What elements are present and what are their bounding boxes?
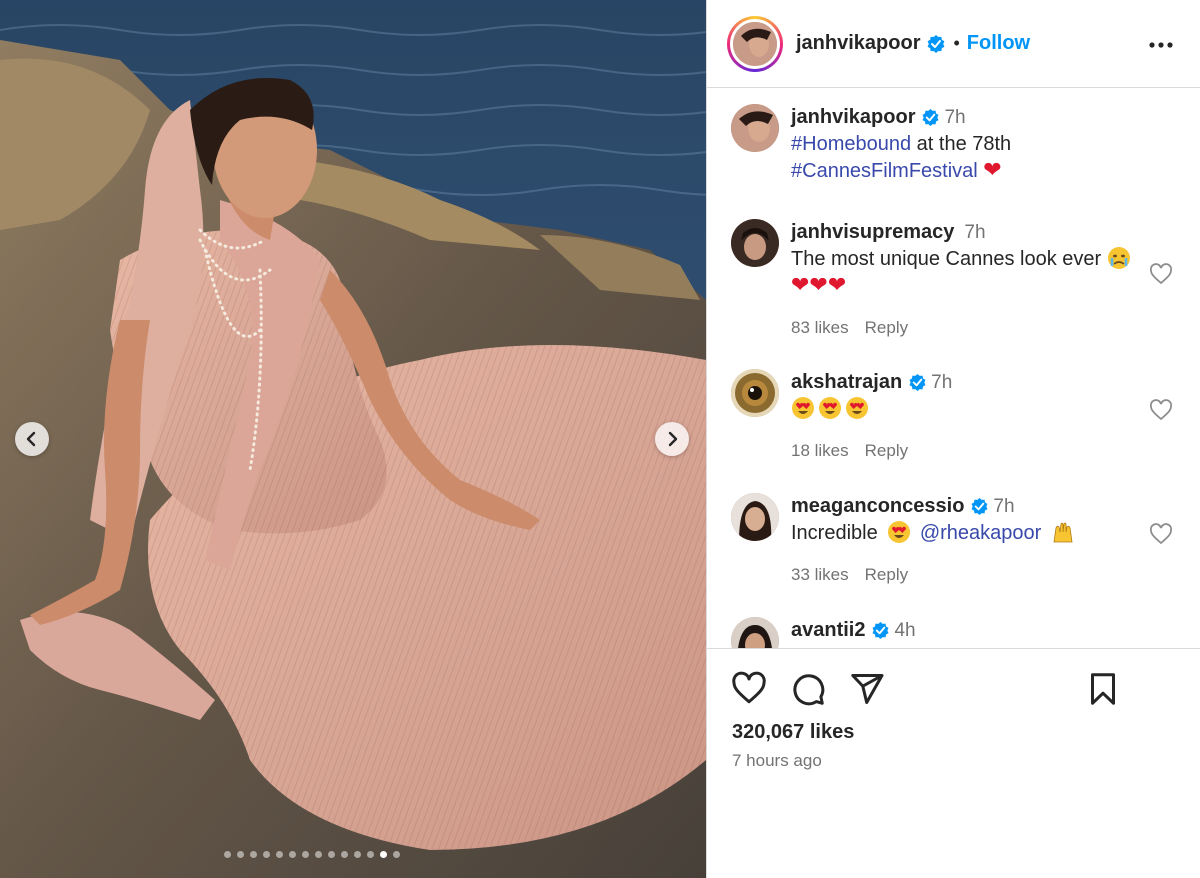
carousel-dots bbox=[224, 851, 400, 858]
comment-likes[interactable]: 83 likes bbox=[791, 318, 849, 337]
carousel-dot bbox=[276, 851, 283, 858]
red-heart-emoji: ❤ bbox=[983, 157, 1002, 182]
verified-badge-icon bbox=[923, 109, 939, 127]
like-heart-icon[interactable] bbox=[731, 671, 767, 707]
heart-eyes-emojis bbox=[791, 397, 872, 420]
reply-button[interactable]: Reply bbox=[865, 318, 908, 337]
reply-button[interactable]: Reply bbox=[865, 565, 908, 584]
like-comment-heart-icon[interactable] bbox=[1149, 523, 1173, 547]
carousel-prev-button[interactable] bbox=[15, 422, 49, 456]
carousel-dot bbox=[367, 851, 374, 858]
carousel-dot bbox=[380, 851, 387, 858]
chevron-right-icon bbox=[668, 431, 678, 447]
commenter-avatar[interactable] bbox=[731, 493, 779, 541]
comment-username[interactable]: meaganconcessio bbox=[791, 495, 964, 517]
red-heart-emoji: ❤❤❤ bbox=[791, 272, 847, 297]
carousel-dot bbox=[250, 851, 257, 858]
comment-likes[interactable]: 33 likes bbox=[791, 565, 849, 584]
post-photo[interactable] bbox=[0, 0, 706, 878]
hashtag-cannes[interactable]: #CannesFilmFestival bbox=[791, 160, 978, 182]
carousel-dot bbox=[237, 851, 244, 858]
carousel-dot bbox=[263, 851, 270, 858]
commenter-avatar[interactable] bbox=[731, 369, 779, 417]
comments-list[interactable]: janhvikapoor 7h #Homebound at the 78th #C… bbox=[707, 88, 1200, 648]
like-comment-heart-icon[interactable] bbox=[1149, 399, 1173, 423]
caption-time: 7h bbox=[944, 107, 966, 128]
hashtag-homebound[interactable]: #Homebound bbox=[791, 133, 911, 155]
carousel-dot bbox=[315, 851, 322, 858]
carousel-dot bbox=[289, 851, 296, 858]
comment-time: 4h bbox=[894, 620, 916, 641]
like-comment-heart-icon[interactable] bbox=[1149, 263, 1173, 287]
comment-time: 7h bbox=[993, 496, 1015, 517]
post-actions: 320,067 likes 7 hours ago bbox=[707, 648, 1200, 878]
share-icon[interactable] bbox=[849, 671, 885, 707]
save-bookmark-icon[interactable] bbox=[1085, 671, 1121, 707]
author-avatar bbox=[733, 21, 777, 66]
caption-username[interactable]: janhvikapoor bbox=[791, 106, 915, 128]
comment-username[interactable]: janhvisupremacy bbox=[791, 221, 954, 243]
mention-link[interactable]: @rheakapoor bbox=[920, 522, 1041, 544]
comment-username[interactable]: avantii2 bbox=[791, 619, 865, 641]
carousel-dot bbox=[328, 851, 335, 858]
comment-icon[interactable] bbox=[790, 671, 826, 707]
verified-badge-icon bbox=[909, 374, 926, 392]
follow-button[interactable]: Follow bbox=[967, 32, 1030, 55]
like-count[interactable]: 320,067 likes bbox=[732, 721, 854, 744]
more-options-icon[interactable] bbox=[1148, 32, 1174, 58]
post-timestamp: 7 hours ago bbox=[732, 751, 822, 770]
carousel-dot bbox=[354, 851, 361, 858]
carousel-dot bbox=[302, 851, 309, 858]
crying-face-emoji bbox=[1107, 247, 1130, 269]
author-username[interactable]: janhvikapoor bbox=[796, 32, 920, 55]
carousel-dot bbox=[224, 851, 231, 858]
comment-text: The most unique Cannes look ever bbox=[791, 248, 1102, 270]
commenter-avatar[interactable] bbox=[731, 219, 779, 267]
carousel-dot bbox=[341, 851, 348, 858]
comment-text: Incredible bbox=[791, 522, 878, 544]
carousel-dot bbox=[393, 851, 400, 858]
comment-username[interactable]: akshatrajan bbox=[791, 371, 902, 393]
author-avatar-ring[interactable] bbox=[727, 15, 783, 72]
verified-badge-icon bbox=[971, 498, 988, 516]
reply-button[interactable]: Reply bbox=[865, 441, 908, 460]
carousel-next-button[interactable] bbox=[655, 422, 689, 456]
comment-time: 7h bbox=[931, 372, 953, 393]
comment-item: meaganconcessio 7h Incredible @rheakapoor… bbox=[731, 493, 1181, 588]
post-header: janhvikapoor • Follow bbox=[707, 0, 1200, 88]
verified-badge-icon bbox=[928, 34, 945, 53]
comment-item: janhvisupremacy 7h The most unique Cannes… bbox=[731, 219, 1181, 341]
header-separator: • bbox=[953, 33, 960, 53]
caption-text: at the 78th bbox=[911, 133, 1012, 155]
post-caption: janhvikapoor 7h #Homebound at the 78th #C… bbox=[731, 104, 1181, 184]
post-side-panel: janhvikapoor • Follow janhvikapoor 7h #Ho… bbox=[706, 0, 1200, 878]
chevron-left-icon bbox=[26, 431, 36, 447]
heart-eyes-emoji bbox=[888, 521, 911, 543]
commenter-avatar[interactable] bbox=[731, 617, 779, 648]
comment-item: avantii2 4h bbox=[731, 617, 1181, 648]
verified-badge-icon bbox=[873, 622, 889, 640]
comment-time: 7h bbox=[964, 222, 986, 243]
photo-scene bbox=[0, 0, 706, 878]
comment-item: akshatrajan 7h 18 likes Reply bbox=[731, 369, 1181, 464]
comment-likes[interactable]: 18 likes bbox=[791, 441, 849, 460]
raising-hands-emoji bbox=[1053, 522, 1073, 543]
caption-author-avatar[interactable] bbox=[731, 104, 779, 152]
